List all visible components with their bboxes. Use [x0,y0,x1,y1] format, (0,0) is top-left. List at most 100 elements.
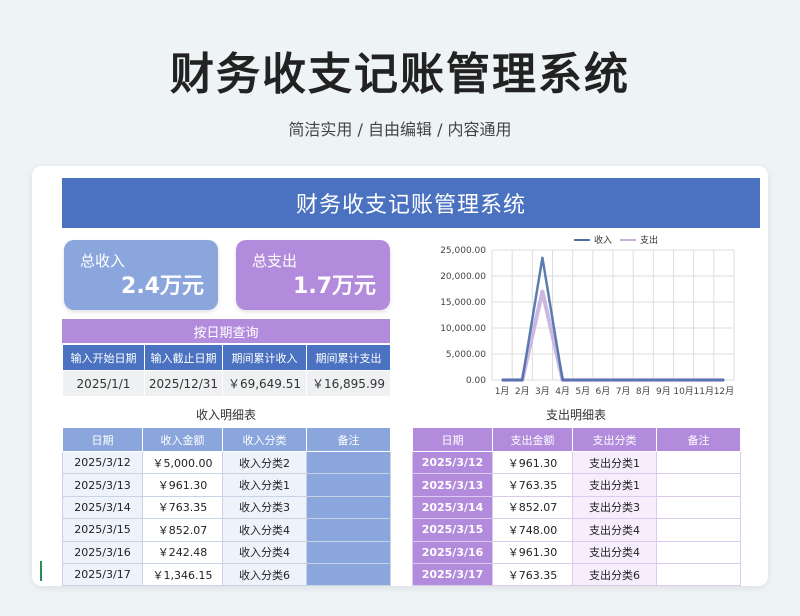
income-table-row: 2025/3/15 ￥852.07 收入分类4 [62,518,391,542]
income-note-cell[interactable] [306,540,391,564]
chart-ytick-label: 15,000.00 [440,298,486,308]
expense-table-row: 2025/3/12 ￥961.30 支出分类1 [412,450,741,475]
chart-data-point [541,257,544,259]
date-query-header: 按日期查询 [62,319,390,343]
total-expense-value: 1.7万元 [293,274,376,299]
expense-category-cell[interactable]: 支出分类3 [572,495,657,520]
chart-data-point [702,379,705,381]
expense-amount-cell[interactable]: ￥763.35 [492,473,573,497]
expense-note-cell[interactable] [656,450,741,475]
income-amount-cell[interactable]: ￥961.30 [142,473,223,497]
hero-title: 财务收支记账管理系统 [170,49,630,100]
income-col-amount: 收入金额 [142,427,223,452]
query-col-expense: 期间累计支出 [306,344,391,371]
total-income-value: 2.4万元 [121,274,204,299]
income-category-cell[interactable]: 收入分类3 [222,495,307,520]
query-col-end: 输入截止日期 [144,344,223,371]
chart-data-point [723,379,725,381]
income-amount-cell[interactable]: ￥242.48 [142,540,223,564]
expense-date-cell[interactable]: 2025/3/14 [412,495,493,520]
expense-date-cell[interactable]: 2025/3/12 [412,450,493,475]
income-date-cell[interactable]: 2025/3/17 [62,562,143,586]
expense-date-cell[interactable]: 2025/3/13 [412,473,493,497]
chart-xtick-label: 6月 [596,386,611,397]
line-chart-svg: 0.00 5,000.00 10,000.00 15,000.00 20,000.00 2… [440,234,735,397]
income-amount-cell[interactable]: ￥1,346.15 [142,562,223,586]
chart-xtick-label: 1月 [495,386,510,397]
expense-category-cell[interactable]: 支出分类1 [572,450,657,475]
chart-xtick-label: 11月 [694,386,714,397]
sheet-banner: 财务收支记账管理系统 [62,178,760,228]
start-date-input[interactable]: 2025/1/1 [62,370,145,397]
income-amount-cell[interactable]: ￥5,000.00 [142,450,223,475]
income-note-cell[interactable] [306,473,391,497]
income-table-row: 2025/3/14 ￥763.35 收入分类3 [62,495,391,520]
expense-amount-cell[interactable]: ￥748.00 [492,518,573,542]
income-date-cell[interactable]: 2025/3/15 [62,518,143,542]
income-table-row: 2025/3/13 ￥961.30 收入分类1 [62,473,391,497]
total-income-label: 总收入 [80,252,126,270]
chart-ytick-label: 25,000.00 [440,246,486,256]
expense-amount-cell[interactable]: ￥763.35 [492,562,573,586]
query-col-income: 期间累计收入 [222,344,307,371]
income-category-cell[interactable]: 收入分类4 [222,518,307,542]
income-table-row: 2025/3/17 ￥1,346.15 收入分类6 [62,562,391,586]
income-col-category: 收入分类 [222,427,307,452]
end-date-input[interactable]: 2025/12/31 [144,370,223,397]
income-col-note: 备注 [306,427,391,452]
chart-xtick-label: 12月 [714,386,734,397]
period-income-value: ￥69,649.51 [222,370,307,397]
income-category-cell[interactable]: 收入分类6 [222,562,307,586]
income-note-cell[interactable] [306,495,391,520]
chart-xtick-label: 3月 [535,386,550,397]
income-amount-cell[interactable]: ￥852.07 [142,518,223,542]
expense-note-cell[interactable] [656,473,741,497]
income-expense-chart: 0.00 5,000.00 10,000.00 15,000.00 20,000.00 2… [412,232,742,402]
expense-note-cell[interactable] [656,562,741,586]
chart-data-point [561,379,564,381]
income-note-cell[interactable] [306,562,391,586]
income-category-cell[interactable]: 收入分类1 [222,473,307,497]
expense-note-cell[interactable] [656,540,741,564]
chart-xtick-label: 4月 [555,386,570,397]
expense-note-cell[interactable] [656,495,741,520]
expense-date-cell[interactable]: 2025/3/17 [412,562,493,586]
expense-amount-cell[interactable]: ￥852.07 [492,495,573,520]
income-category-cell[interactable]: 收入分类2 [222,450,307,475]
hero-subtitle: 简洁实用 / 自由编辑 / 内容通用 [288,120,512,139]
total-expense-label: 总支出 [252,252,298,270]
expense-category-cell[interactable]: 支出分类6 [572,562,657,586]
expense-category-cell[interactable]: 支出分类4 [572,518,657,542]
income-note-cell[interactable] [306,450,391,475]
income-date-cell[interactable]: 2025/3/13 [62,473,143,497]
income-category-cell[interactable]: 收入分类4 [222,540,307,564]
expense-date-cell[interactable]: 2025/3/16 [412,540,493,564]
expense-amount-cell[interactable]: ￥961.30 [492,450,573,475]
expense-col-date: 日期 [412,427,493,452]
date-query-table: 输入开始日期 输入截止日期 期间累计收入 期间累计支出 2025/1/1 202… [62,344,391,397]
income-amount-cell[interactable]: ￥763.35 [142,495,223,520]
expense-note-cell[interactable] [656,518,741,542]
income-date-cell[interactable]: 2025/3/14 [62,495,143,520]
chart-xtick-label: 9月 [656,386,671,397]
chart-data-point [602,379,604,381]
chart-data-point [622,379,624,381]
expense-category-cell[interactable]: 支出分类4 [572,540,657,564]
income-note-cell[interactable] [306,518,391,542]
expense-category-cell[interactable]: 支出分类1 [572,473,657,497]
chart-data-point [642,379,645,381]
expense-table-row: 2025/3/15 ￥748.00 支出分类4 [412,518,741,542]
chart-legend-label: 收入 [594,234,612,246]
expense-date-cell[interactable]: 2025/3/15 [412,518,493,542]
expense-amount-cell[interactable]: ￥961.30 [492,540,573,564]
income-col-date: 日期 [62,427,143,452]
expense-table-row: 2025/3/17 ￥763.35 支出分类6 [412,562,741,586]
expense-table-row: 2025/3/14 ￥852.07 支出分类3 [412,495,741,520]
chart-xtick-label: 7月 [616,386,631,397]
total-expense-card: 总支出 1.7万元 [236,240,390,310]
expense-table-title: 支出明细表 [545,408,606,422]
chart-xtick-label: 5月 [575,386,590,397]
income-date-cell[interactable]: 2025/3/12 [62,450,143,475]
expense-col-category: 支出分类 [572,427,657,452]
income-date-cell[interactable]: 2025/3/16 [62,540,143,564]
